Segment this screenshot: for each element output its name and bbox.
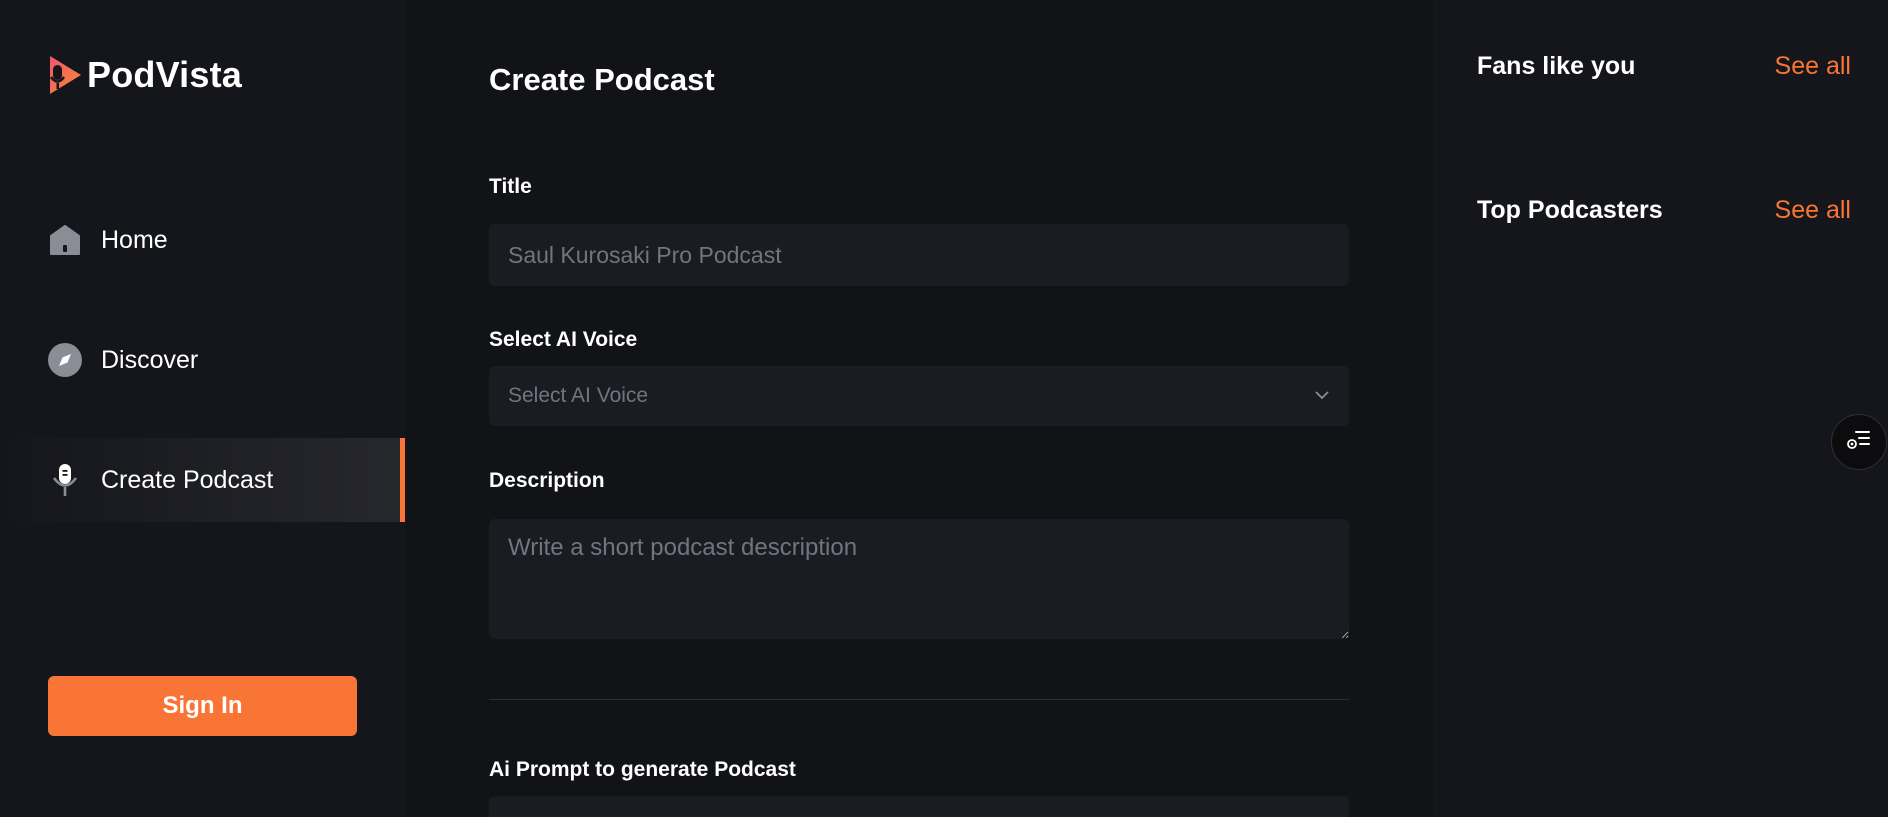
prompt-input[interactable] bbox=[489, 796, 1349, 817]
page-title: Create Podcast bbox=[489, 62, 715, 97]
home-icon bbox=[47, 222, 83, 258]
fans-title: Fans like you bbox=[1477, 52, 1636, 80]
fans-see-all-link[interactable]: See all bbox=[1775, 52, 1851, 81]
description-label: Description bbox=[489, 469, 605, 492]
queue-list-button[interactable] bbox=[1831, 414, 1887, 470]
voice-select-value: Select AI Voice bbox=[508, 384, 649, 407]
app-root: PodVista Home Discover Create Podcast Si… bbox=[0, 0, 1888, 817]
divider bbox=[489, 699, 1349, 700]
sidebar-item-label: Home bbox=[101, 225, 168, 254]
description-textarea[interactable] bbox=[489, 519, 1349, 639]
sign-in-button[interactable]: Sign In bbox=[48, 676, 357, 736]
title-label: Title bbox=[489, 175, 532, 198]
left-sidebar: PodVista Home Discover Create Podcast Si… bbox=[0, 0, 405, 817]
queue-list-icon bbox=[1846, 429, 1872, 456]
app-name: PodVista bbox=[87, 54, 242, 95]
logo[interactable]: PodVista bbox=[47, 54, 242, 96]
microphone-play-logo-icon bbox=[49, 56, 81, 94]
title-input[interactable] bbox=[489, 224, 1349, 286]
top-podcasters-see-all-link[interactable]: See all bbox=[1775, 196, 1851, 225]
prompt-label: Ai Prompt to generate Podcast bbox=[489, 758, 796, 781]
sidebar-item-home[interactable]: Home bbox=[0, 198, 405, 282]
compass-icon bbox=[47, 342, 83, 378]
chevron-down-icon bbox=[1314, 387, 1330, 405]
voice-label: Select AI Voice bbox=[489, 328, 638, 351]
sidebar-item-discover[interactable]: Discover bbox=[0, 318, 405, 402]
sidebar-item-label: Discover bbox=[101, 345, 199, 374]
main-content: Create Podcast Title Select AI Voice Sel… bbox=[405, 0, 1433, 817]
top-podcasters-title: Top Podcasters bbox=[1477, 196, 1663, 224]
voice-select[interactable]: Select AI Voice bbox=[489, 366, 1349, 426]
sidebar-item-label: Create Podcast bbox=[101, 465, 274, 494]
microphone-icon bbox=[47, 462, 83, 498]
right-sidebar: Fans like you See all Top Podcasters See… bbox=[1433, 0, 1888, 817]
sidebar-item-create-podcast[interactable]: Create Podcast bbox=[0, 438, 405, 522]
